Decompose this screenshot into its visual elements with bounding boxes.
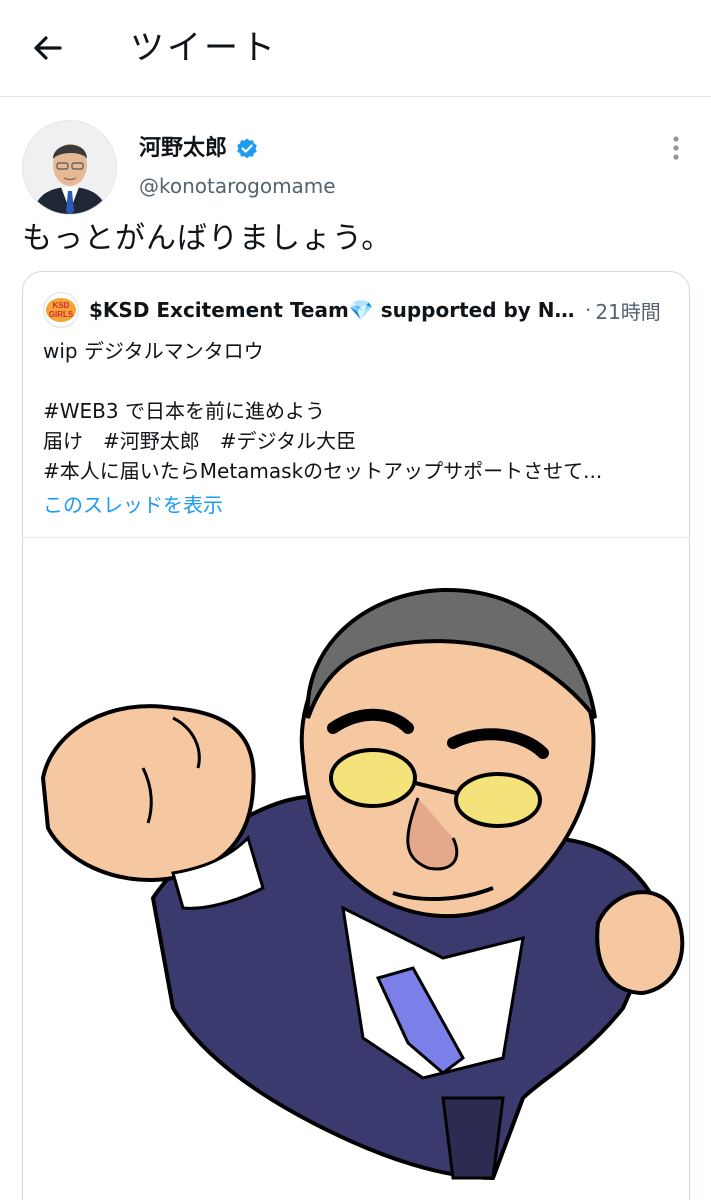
quoted-author-avatar: KSD GIRLS <box>43 292 79 328</box>
quoted-tweet-header: KSD GIRLS $KSD Excitement Team💎 supporte… <box>43 292 673 328</box>
quoted-line: #本人に届いたらMetamaskのセットアップサポートさせて... <box>43 459 603 483</box>
author-name-row[interactable]: 河野太郎 <box>139 134 259 164</box>
arrow-left-icon <box>34 36 62 60</box>
verified-badge-icon <box>237 138 257 159</box>
author-handle[interactable]: @konotarogomame <box>139 172 336 200</box>
more-options-button[interactable] <box>660 132 692 164</box>
svg-text:KSD: KSD <box>53 301 70 310</box>
dot-separator: · <box>585 298 592 322</box>
author-avatar[interactable] <box>22 120 117 215</box>
quoted-tweet-text: wip デジタルマンタロウ #WEB3 で日本を前に進めよう 届け #河野太郎 … <box>43 336 673 486</box>
quoted-line-blank <box>43 366 673 396</box>
svg-text:GIRLS: GIRLS <box>49 310 74 319</box>
ksd-girls-logo: KSD GIRLS <box>46 298 76 322</box>
quoted-line: #WEB3 で日本を前に進めよう <box>43 399 325 423</box>
quoted-line: wip デジタルマンタロウ <box>43 339 264 363</box>
manga-illustration <box>40 587 685 1181</box>
show-thread-link[interactable]: このスレッドを表示 <box>43 490 223 520</box>
back-button[interactable] <box>22 24 74 72</box>
author-name: 河野太郎 <box>139 136 228 161</box>
quoted-media-image[interactable] <box>23 537 689 1200</box>
more-vertical-icon <box>673 136 679 160</box>
tweet-text: もっとがんばりましょう。 <box>22 221 393 256</box>
quoted-author-name[interactable]: $KSD Excitement Team💎 supported by NAN..… <box>89 298 575 322</box>
avatar-portrait <box>23 121 116 214</box>
page-title: ツイート <box>130 28 278 68</box>
top-bar: ツイート <box>0 0 711 97</box>
quoted-line: 届け #河野太郎 #デジタル大臣 <box>43 429 357 453</box>
quoted-tweet[interactable]: KSD GIRLS $KSD Excitement Team💎 supporte… <box>22 271 690 1200</box>
quoted-timestamp[interactable]: 21時間 <box>595 296 660 325</box>
